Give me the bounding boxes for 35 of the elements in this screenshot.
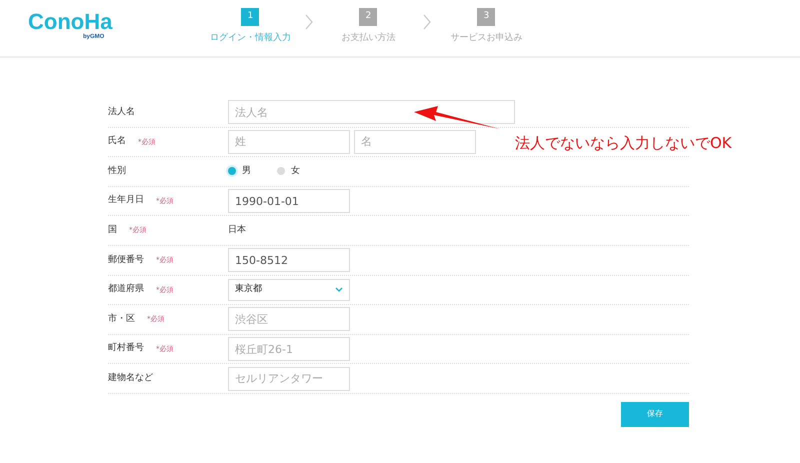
- field-label: 法人名: [108, 106, 135, 119]
- field-label: 郵便番号: [108, 254, 144, 267]
- step-number: 3: [477, 8, 496, 26]
- step-number: 1: [241, 8, 260, 26]
- input-field[interactable]: 150-8512: [228, 248, 350, 272]
- chevron-down-icon: [335, 287, 343, 292]
- field-label: 市・区: [108, 312, 135, 326]
- input-field[interactable]: 桜丘町26-1: [228, 337, 350, 362]
- field-label: 氏名: [108, 135, 126, 148]
- step-number: 2: [359, 8, 378, 26]
- step-label: ログイン・情報入力: [210, 32, 291, 45]
- input-field[interactable]: 姓: [228, 130, 350, 154]
- step-label: サービスお申込み: [450, 32, 522, 45]
- radio-label: 男: [242, 164, 251, 178]
- field-label: 生年月日: [108, 194, 144, 208]
- chevron-icon: [422, 14, 432, 30]
- radio-label: 女: [291, 164, 300, 178]
- annotation-text: 法人でないなら入力しないでOK: [515, 133, 732, 154]
- input-field[interactable]: 1990-01-01: [228, 189, 350, 214]
- field-label: 町村番号: [108, 342, 144, 356]
- input-field[interactable]: 法人名: [228, 100, 515, 124]
- field-label: 建物名など: [108, 372, 153, 385]
- field-label: 都道府県: [108, 283, 144, 296]
- field-value: 日本: [228, 224, 246, 237]
- chevron-icon: [304, 14, 314, 30]
- input-field[interactable]: セルリアンタワー: [228, 366, 350, 391]
- step-label: お支払い方法: [341, 32, 396, 45]
- input-field[interactable]: 渋谷区: [228, 307, 350, 332]
- field-label: 国: [108, 224, 117, 237]
- radio-button[interactable]: [277, 167, 285, 176]
- radio-button[interactable]: [228, 167, 236, 176]
- logo-text: ConoHa: [28, 10, 112, 34]
- field-label: 性別: [108, 164, 126, 178]
- select-field[interactable]: 東京都: [228, 278, 350, 301]
- input-field[interactable]: 名: [354, 130, 476, 154]
